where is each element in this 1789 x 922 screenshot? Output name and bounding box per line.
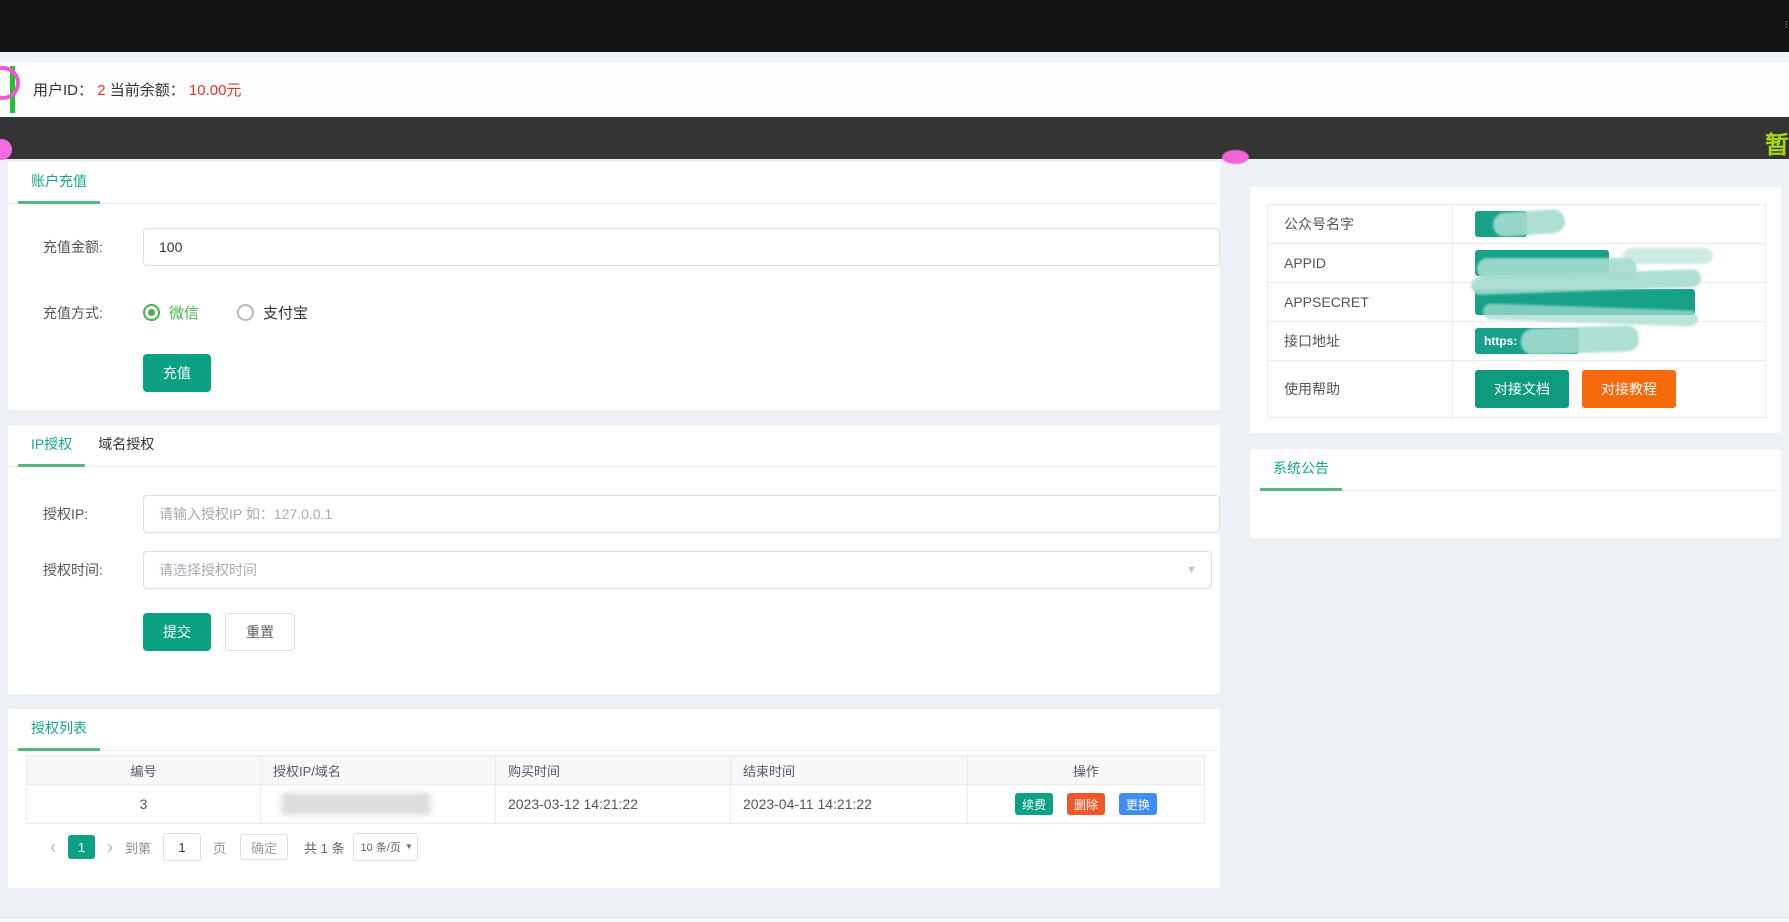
page: ⁝ 用户ID： 2 当前余额： 10.00元 暂 账户充值 充值金额: 充值方式… xyxy=(0,0,1789,922)
info-label: 使用帮助 xyxy=(1268,361,1453,417)
api-doc-button[interactable]: 对接文档 xyxy=(1475,370,1569,408)
auth-submit-button[interactable]: 提交 xyxy=(143,613,211,651)
notice-empty-body xyxy=(1250,491,1781,537)
page-number-button[interactable]: 1 xyxy=(68,835,95,859)
auth-list-table: 编号 授权IP/域名 购买时间 结束时间 操作 3 2023-03-12 14:… xyxy=(26,755,1205,824)
redaction-scribble xyxy=(1623,248,1713,264)
cell-end-time: 2023-04-11 14:21:22 xyxy=(730,784,968,824)
user-id-value: 2 xyxy=(97,82,106,99)
page-size-select[interactable]: 10 条/页 ▼ xyxy=(352,833,418,861)
pagination: ‹ 1 › 到第 页 确定 共 1 条 10 条/页 ▼ xyxy=(44,833,1220,861)
recharge-card-tabs: 账户充值 xyxy=(8,162,1220,204)
total-count-label: 共 1 条 xyxy=(304,840,345,856)
info-row-help: 使用帮助 对接文档 对接教程 xyxy=(1268,361,1765,417)
cell-id: 3 xyxy=(26,784,261,824)
chevron-down-icon: ▼ xyxy=(404,842,413,851)
recharge-submit-button[interactable]: 充值 xyxy=(143,354,211,392)
radio-wechat[interactable]: 微信 xyxy=(143,302,199,323)
recharge-amount-input[interactable] xyxy=(143,228,1220,266)
account-info-table: 公众号名字 APPID APPSECRET 接口地址 https: 使用帮助 对… xyxy=(1267,204,1766,418)
account-info-card: 公众号名字 APPID APPSECRET 接口地址 https: 使用帮助 对… xyxy=(1250,187,1781,433)
delete-button[interactable]: 删除 xyxy=(1066,793,1105,815)
info-label: 接口地址 xyxy=(1268,322,1453,360)
announcement-marquee: 暂 xyxy=(1765,132,1789,159)
goto-page-input[interactable] xyxy=(163,833,202,861)
info-row-name: 公众号名字 xyxy=(1268,205,1765,244)
tab-ip-auth[interactable]: IP授权 xyxy=(18,425,86,467)
radio-checked-icon xyxy=(143,304,160,321)
tab-domain-auth[interactable]: 域名授权 xyxy=(85,425,167,466)
goto-confirm-button[interactable]: 确定 xyxy=(240,834,289,860)
redaction-scribble xyxy=(1492,208,1566,238)
footer-strip xyxy=(0,917,1789,922)
header-end-time: 结束时间 xyxy=(730,755,968,785)
tab-auth-list[interactable]: 授权列表 xyxy=(18,709,100,751)
system-notice-card: 系统公告 xyxy=(1250,449,1781,538)
info-label: 公众号名字 xyxy=(1268,205,1453,243)
recharge-method-label: 充值方式: xyxy=(43,304,103,321)
header-id: 编号 xyxy=(26,755,261,785)
renew-button[interactable]: 续费 xyxy=(1015,793,1054,815)
info-row-api-url: 接口地址 https: xyxy=(1268,322,1765,361)
tutorial-button[interactable]: 对接教程 xyxy=(1582,370,1676,408)
user-info-bar: 用户ID： 2 当前余额： 10.00元 xyxy=(0,62,1789,117)
radio-alipay[interactable]: 支付宝 xyxy=(237,302,308,323)
header-buy-time: 购买时间 xyxy=(495,755,731,785)
redaction-scribble xyxy=(1520,324,1640,356)
info-label: APPID xyxy=(1268,244,1453,282)
header-ip-domain: 授权IP/域名 xyxy=(260,755,496,785)
cell-ip-redacted xyxy=(260,784,496,824)
swap-button[interactable]: 更换 xyxy=(1118,793,1157,815)
info-label: APPSECRET xyxy=(1268,283,1453,321)
truncated-menu-icon: ⁝ xyxy=(1784,19,1789,31)
auth-card-tabs: IP授权 域名授权 xyxy=(8,425,1220,467)
radio-wechat-label: 微信 xyxy=(169,305,200,322)
info-value-redacted xyxy=(1453,268,1765,327)
tab-system-notice[interactable]: 系统公告 xyxy=(1260,449,1342,491)
auth-list-card: 授权列表 编号 授权IP/域名 购买时间 结束时间 操作 3 2023-03-1… xyxy=(8,709,1220,888)
table-header-row: 编号 授权IP/域名 购买时间 结束时间 操作 xyxy=(26,755,1205,785)
goto-prefix-label: 到第 xyxy=(125,840,152,856)
info-value-help: 对接文档 对接教程 xyxy=(1453,361,1765,417)
notice-card-tabs: 系统公告 xyxy=(1250,449,1781,491)
info-value-redacted xyxy=(1453,205,1765,243)
user-id-label: 用户ID： xyxy=(33,82,94,99)
info-row-appsecret: APPSECRET xyxy=(1268,268,1765,327)
auth-reset-button[interactable]: 重置 xyxy=(225,613,295,651)
cell-actions: 续费 删除 更换 xyxy=(967,784,1205,824)
cell-buy-time: 2023-03-12 14:21:22 xyxy=(495,784,731,824)
ip-auth-card: IP授权 域名授权 授权IP: 授权时间: 请选择授权时间 ▼ 提交 重置 xyxy=(8,425,1220,694)
auth-time-label: 授权时间: xyxy=(43,562,103,578)
radio-alipay-label: 支付宝 xyxy=(263,305,309,322)
next-page-icon[interactable]: › xyxy=(101,838,119,856)
recharge-amount-label: 充值金额: xyxy=(43,239,103,255)
chevron-down-icon: ▼ xyxy=(1186,564,1197,576)
header-actions: 操作 xyxy=(967,755,1205,785)
auth-time-placeholder: 请选择授权时间 xyxy=(159,562,257,578)
page-size-value: 10 条/页 xyxy=(360,842,401,854)
pink-decor-blob xyxy=(1222,150,1249,164)
radio-unchecked-icon xyxy=(237,304,255,321)
auth-ip-label: 授权IP: xyxy=(43,506,89,522)
top-black-bar: ⁝ xyxy=(0,0,1789,52)
list-card-tabs: 授权列表 xyxy=(8,709,1220,751)
api-url-prefix: https: xyxy=(1484,334,1518,348)
tab-account-recharge[interactable]: 账户充值 xyxy=(18,162,100,204)
dark-nav-bar: 暂 xyxy=(0,117,1789,159)
balance-value: 10.00元 xyxy=(188,82,242,99)
auth-time-select[interactable]: 请选择授权时间 ▼ xyxy=(143,551,1212,589)
info-value-api-url: https: xyxy=(1453,322,1765,360)
user-balance-text: 用户ID： 2 当前余额： 10.00元 xyxy=(33,79,241,100)
recharge-card: 账户充值 充值金额: 充值方式: 微信 支付宝 xyxy=(8,162,1220,410)
goto-suffix-label: 页 xyxy=(213,840,227,856)
prev-page-icon[interactable]: ‹ xyxy=(44,838,62,856)
auth-ip-input[interactable] xyxy=(143,495,1220,533)
recharge-method-group: 微信 支付宝 xyxy=(143,302,346,323)
balance-label: 当前余额： xyxy=(109,82,185,99)
redacted-ip-blur xyxy=(281,793,431,815)
table-row: 3 2023-03-12 14:21:22 2023-04-11 14:21:2… xyxy=(26,784,1205,824)
